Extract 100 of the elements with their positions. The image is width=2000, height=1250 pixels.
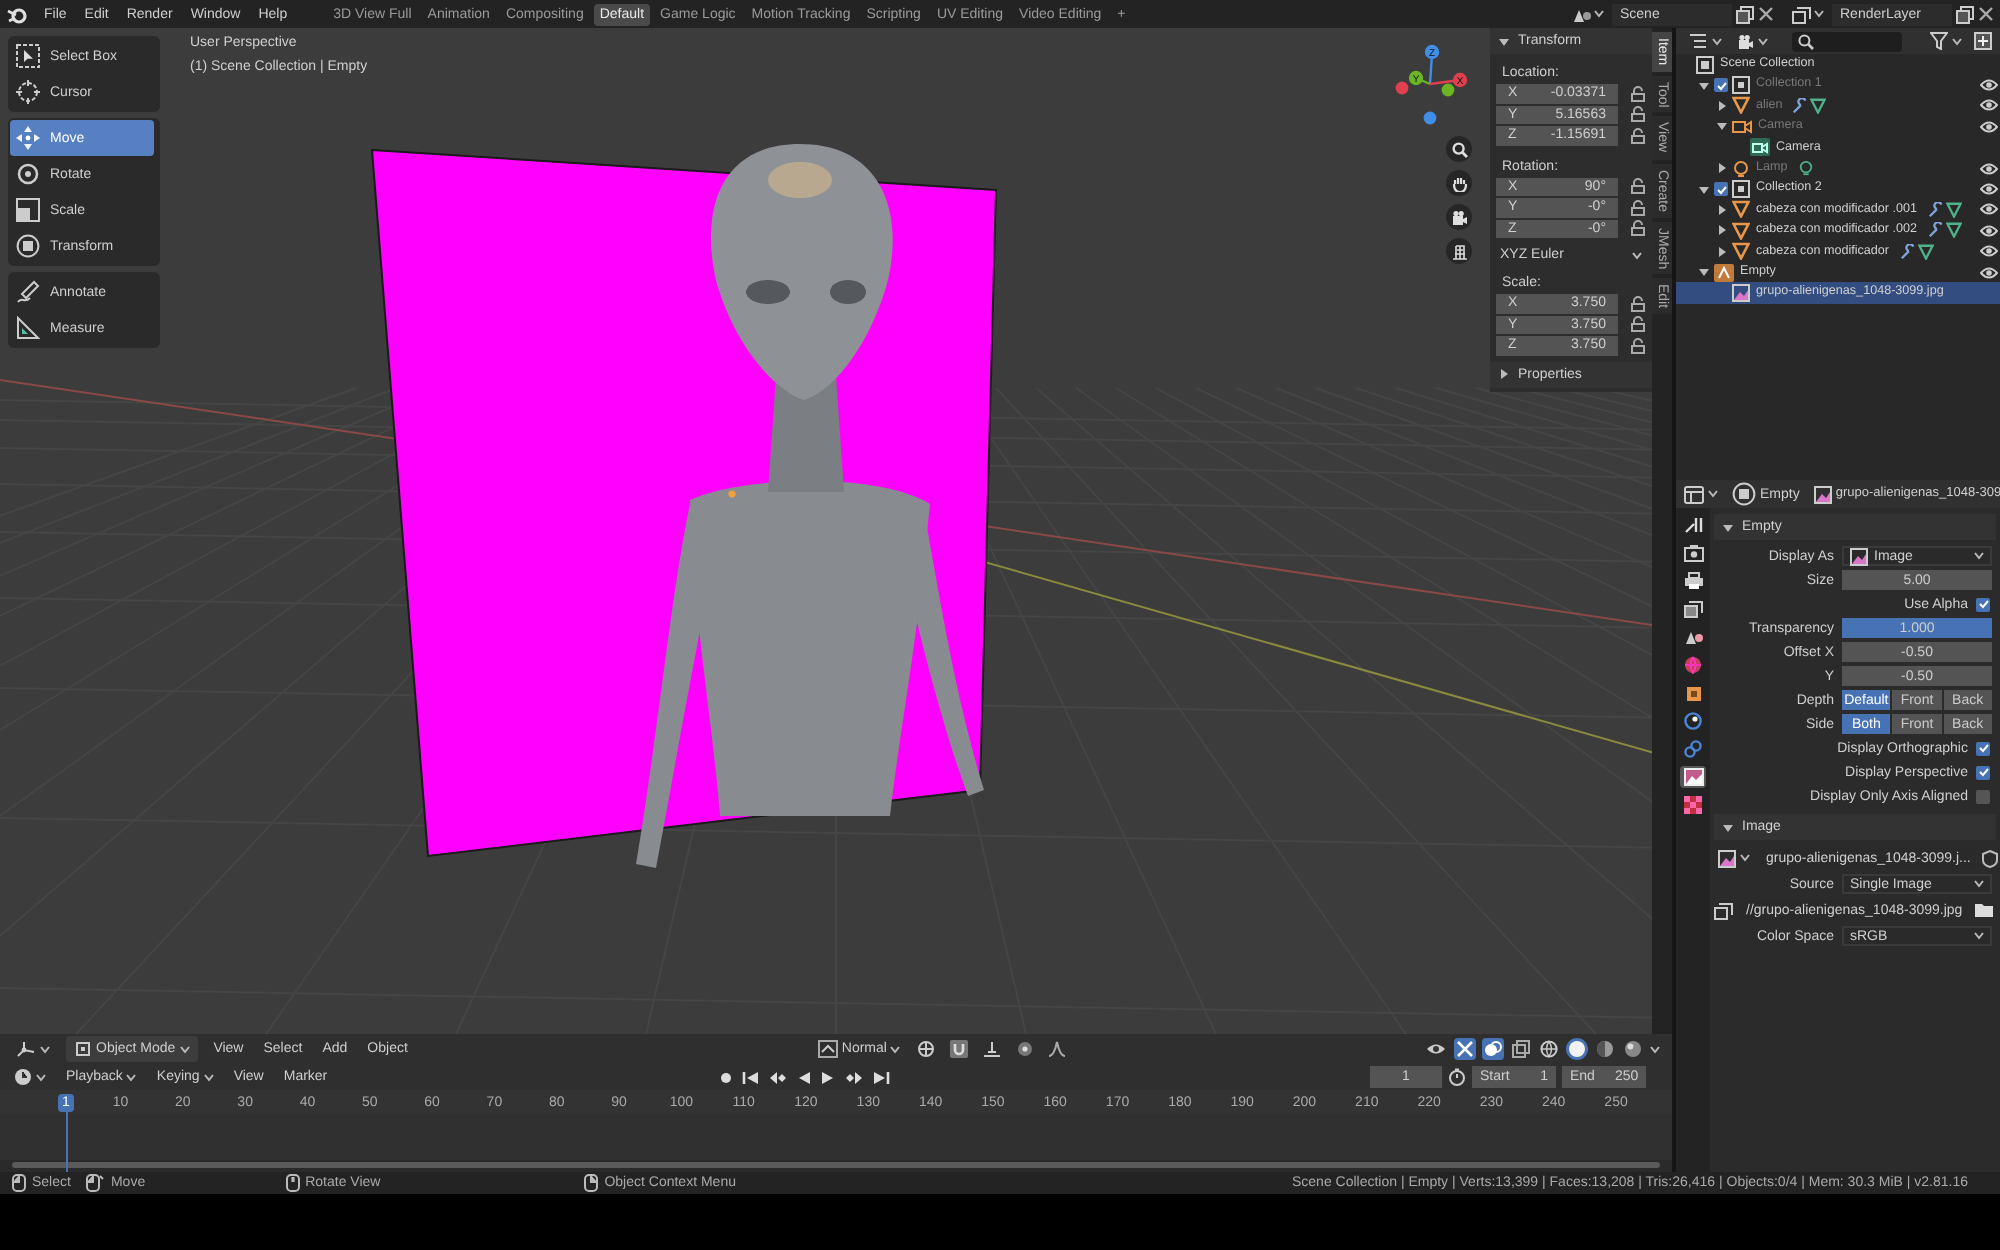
checkbox[interactable]	[1714, 182, 1728, 197]
checkbox[interactable]	[1976, 597, 1990, 611]
checkbox[interactable]	[1976, 765, 1990, 779]
triangle-icon[interactable]	[1810, 97, 1827, 114]
checkbox[interactable]	[1714, 78, 1728, 93]
copy-icon[interactable]	[1956, 5, 1974, 23]
editor-type-menu[interactable]	[12, 1038, 54, 1060]
eye-icon[interactable]	[1980, 98, 1998, 113]
eye-icon[interactable]	[1980, 244, 1998, 259]
wrench-icon[interactable]	[1899, 243, 1916, 260]
layers-icon[interactable]	[1714, 901, 1734, 919]
filter-menu[interactable]	[1734, 31, 1772, 51]
bulb-icon[interactable]	[1797, 160, 1814, 177]
toolbar-toggle[interactable]	[1014, 1038, 1037, 1060]
playback-button[interactable]	[715, 1067, 736, 1087]
close-icon[interactable]	[1758, 6, 1774, 22]
properties-tab[interactable]	[1680, 710, 1706, 732]
playback-button[interactable]	[739, 1067, 762, 1087]
image-browse-menu[interactable]	[1714, 847, 1754, 869]
solid-shading-button[interactable]	[1566, 1038, 1588, 1060]
disclosure-triangle-icon[interactable]	[1716, 224, 1728, 237]
toolbar-toggle[interactable]	[980, 1038, 1005, 1060]
properties-tab[interactable]	[1680, 542, 1706, 564]
printer-icon	[1683, 572, 1703, 590]
disclosure-triangle-icon[interactable]	[1698, 183, 1710, 196]
eye-icon[interactable]	[1980, 202, 1998, 217]
disclosure-triangle-icon[interactable]	[1498, 35, 1510, 47]
wrench-icon[interactable]	[1927, 222, 1944, 239]
toolbar-toggle[interactable]	[1046, 1038, 1069, 1060]
eye-icon[interactable]	[1980, 119, 1998, 134]
disclosure-triangle-icon[interactable]	[1716, 99, 1728, 112]
playback-button[interactable]	[765, 1067, 790, 1087]
checkbox[interactable]	[1976, 741, 1990, 755]
material-shading-button[interactable]	[1594, 1038, 1616, 1060]
lock-icon[interactable]	[1630, 316, 1646, 333]
disclosure-triangle-icon[interactable]	[1722, 521, 1734, 533]
new-collection-icon[interactable]	[1974, 32, 1992, 50]
eye-icon[interactable]	[1980, 161, 1998, 176]
disclosure-triangle-icon[interactable]	[1716, 162, 1728, 175]
stopwatch-icon[interactable]	[1448, 1068, 1466, 1086]
orthographic-toggle-button[interactable]	[1446, 238, 1472, 264]
axis-gizmo-drawing[interactable]	[1395, 44, 1468, 125]
triangle-icon[interactable]	[1945, 222, 1962, 239]
eye-icon[interactable]	[1980, 182, 1998, 197]
properties-tab[interactable]	[1680, 514, 1706, 536]
disclosure-triangle-icon[interactable]	[1698, 79, 1710, 92]
properties-tab[interactable]	[1680, 598, 1706, 620]
toolbar-toggle[interactable]	[1510, 1038, 1532, 1060]
editor-type-menu[interactable]	[1680, 483, 1722, 505]
properties-tab[interactable]	[1680, 570, 1706, 592]
shield-icon[interactable]	[1982, 849, 1999, 867]
disclosure-triangle-icon[interactable]	[1716, 203, 1728, 216]
properties-tab[interactable]	[1680, 766, 1706, 788]
triangle-icon[interactable]	[1917, 243, 1934, 260]
search-field[interactable]	[1792, 31, 1902, 51]
caret-icon	[1758, 37, 1768, 45]
lock-icon[interactable]	[1630, 127, 1646, 144]
disclosure-triangle-icon[interactable]	[1698, 266, 1710, 279]
eye-icon[interactable]	[1980, 265, 1998, 280]
disclosure-triangle-icon[interactable]	[1722, 821, 1734, 833]
lock-icon[interactable]	[1630, 220, 1646, 237]
wrench-icon[interactable]	[1927, 201, 1944, 218]
wireframe-shading-button[interactable]	[1538, 1038, 1560, 1060]
checkbox[interactable]	[1976, 789, 1990, 803]
toolbar-toggle[interactable]	[914, 1038, 939, 1060]
lock-icon[interactable]	[1630, 199, 1646, 216]
caret-icon[interactable]	[1650, 1045, 1660, 1053]
playback-button[interactable]	[817, 1067, 838, 1087]
lock-icon[interactable]	[1630, 85, 1646, 102]
eye-icon[interactable]	[1980, 78, 1998, 93]
lock-icon[interactable]	[1630, 337, 1646, 354]
folder-icon[interactable]	[1974, 902, 1995, 918]
copy-icon[interactable]	[1736, 5, 1754, 23]
disclosure-triangle-icon[interactable]	[1498, 368, 1510, 380]
rendered-shading-button[interactable]	[1622, 1038, 1644, 1060]
wrench-icon[interactable]	[1792, 97, 1809, 114]
zoom-view-button[interactable]	[1446, 136, 1472, 162]
toolbar-toggle[interactable]	[1482, 1038, 1504, 1060]
close-icon[interactable]	[1978, 6, 1994, 22]
disclosure-triangle-icon[interactable]	[1716, 120, 1728, 133]
image-icon	[1813, 485, 1832, 503]
editor-type-menu[interactable]	[10, 1066, 50, 1088]
properties-tab[interactable]	[1680, 794, 1706, 816]
playhead-line[interactable]	[65, 1111, 68, 1172]
eye-icon[interactable]	[1980, 223, 1998, 238]
filter-menu[interactable]	[1926, 30, 1966, 52]
toolbar-toggle[interactable]	[948, 1038, 971, 1060]
scrollbar[interactable]	[12, 1162, 1660, 1168]
display-mode-menu[interactable]	[1684, 30, 1726, 52]
playback-button[interactable]	[841, 1067, 866, 1087]
logo-icon[interactable]	[6, 3, 28, 25]
triangle-icon[interactable]	[1945, 201, 1962, 218]
pan-view-button[interactable]	[1446, 170, 1472, 196]
playback-button[interactable]	[869, 1067, 892, 1087]
lock-icon[interactable]	[1630, 106, 1646, 123]
camera-view-button[interactable]	[1446, 204, 1472, 230]
lock-icon[interactable]	[1630, 295, 1646, 312]
lock-icon[interactable]	[1630, 178, 1646, 195]
disclosure-triangle-icon[interactable]	[1716, 245, 1728, 258]
data-block-menu[interactable]	[1788, 3, 1828, 25]
